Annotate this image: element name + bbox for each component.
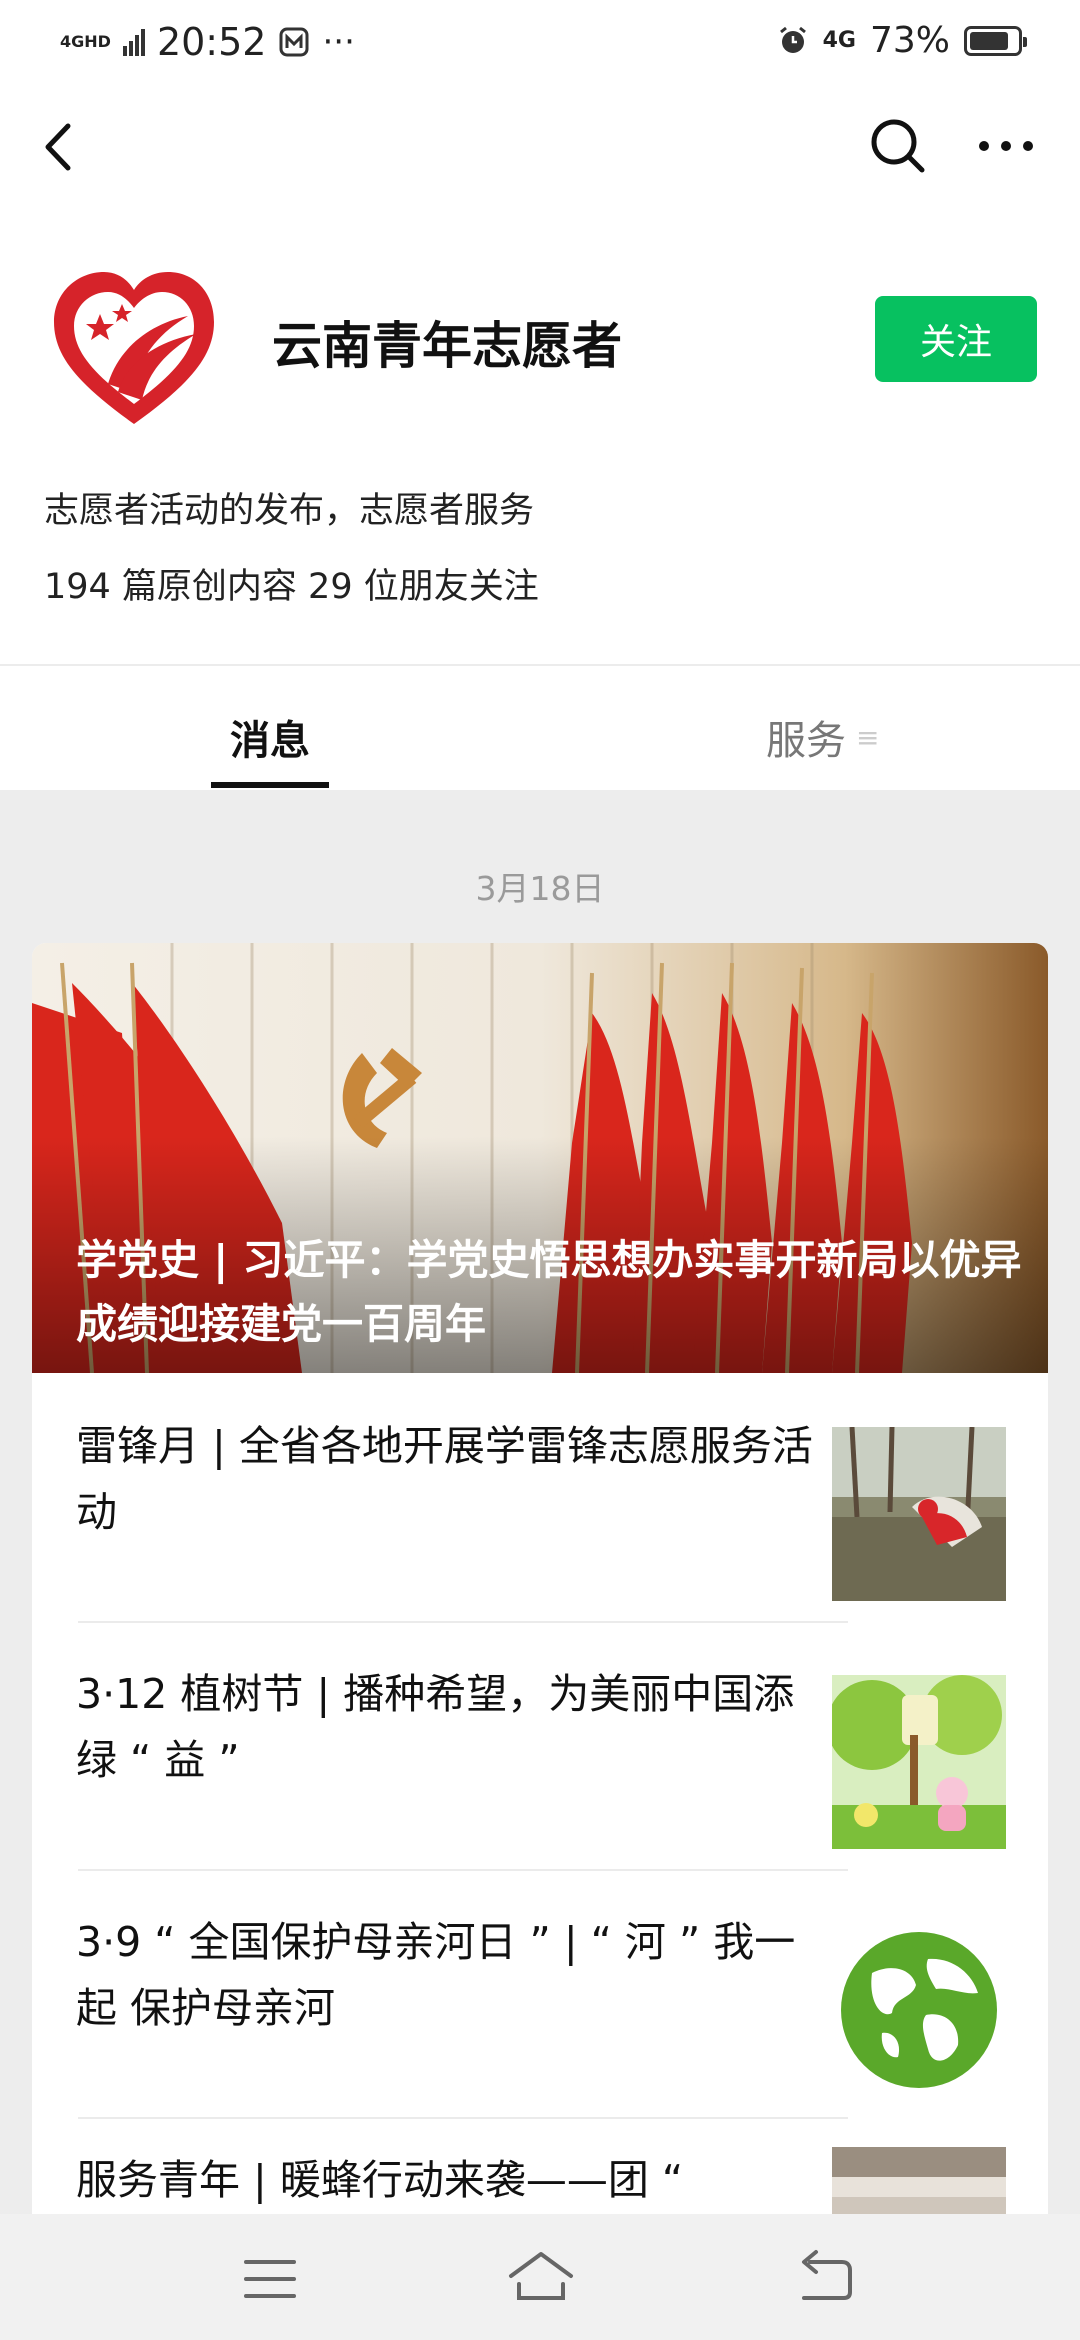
home-icon[interactable] [505, 2246, 577, 2306]
article-thumbnail [832, 1675, 1006, 1849]
article-item[interactable]: 3·9 “ 全国保护母亲河日 ” | “ 河 ” 我一起 保护母亲河 [32, 1869, 1048, 2117]
network-label: 4G [822, 28, 856, 53]
divider [78, 2117, 848, 2119]
divider [78, 1869, 848, 1871]
back-icon[interactable] [796, 2248, 856, 2304]
article-thumbnail [832, 2147, 1006, 2223]
status-right: 4G 73% [777, 20, 1027, 61]
search-icon[interactable] [862, 110, 932, 180]
back-arrow-icon[interactable] [28, 112, 98, 182]
article-card: 学党史 | 习近平：学党史悟思想办实事开新局以优异成绩迎接建党一百周年 雷锋月 … [32, 943, 1048, 2223]
account-name: 云南青年志愿者 [272, 317, 622, 375]
tab-services-label: 服务 [766, 718, 846, 764]
tab-services[interactable]: 服务 ≡ [766, 708, 879, 766]
follow-button[interactable]: 关注 [875, 296, 1037, 382]
divider [78, 1621, 848, 1623]
account-profile: 云南青年志愿者 关注 志愿者活动的发布，志愿者服务 194 篇原创内容 29 位… [0, 214, 1080, 664]
active-tab-indicator [211, 782, 329, 788]
more-notifications-icon: ··· [322, 22, 355, 62]
feature-article[interactable]: 学党史 | 习近平：学党史悟思想办实事开新局以优异成绩迎接建党一百周年 [32, 943, 1048, 1374]
article-title: 雷锋月 | 全省各地开展学雷锋志愿服务活动 [76, 1422, 813, 1536]
article-title: 3·9 “ 全国保护母亲河日 ” | “ 河 ” 我一起 保护母亲河 [76, 1918, 796, 2032]
battery-level [970, 31, 1008, 50]
status-left: 4GHD 20:52 ··· [60, 20, 355, 64]
article-thumbnail [832, 1923, 1006, 2097]
signal-icon [122, 29, 145, 56]
battery-icon [964, 25, 1027, 56]
signal-label: 4GHD [60, 32, 111, 51]
top-bar [0, 84, 1080, 214]
article-item[interactable]: 服务青年 | 暖蜂行动来袭——团 “ [32, 2117, 1048, 2223]
battery-percent: 73% [869, 20, 950, 61]
tab-bar: 消息 服务 ≡ [0, 664, 1080, 790]
article-item[interactable]: 3·12 植树节 | 播种希望，为美丽中国添绿 “ 益 ” [32, 1621, 1048, 1869]
more-options-icon[interactable] [966, 110, 1046, 180]
clock: 20:52 [156, 20, 267, 64]
tab-messages[interactable]: 消息 [212, 708, 328, 766]
article-title: 服务青年 | 暖蜂行动来袭——团 “ [76, 2156, 684, 2204]
account-logo [54, 272, 214, 424]
system-nav-bar [0, 2214, 1080, 2340]
account-stats: 194 篇原创内容 29 位朋友关注 [44, 567, 539, 607]
feature-article-title: 学党史 | 习近平：学党史悟思想办实事开新局以优异成绩迎接建党一百周年 [76, 1236, 1022, 1348]
article-item[interactable]: 雷锋月 | 全省各地开展学雷锋志愿服务活动 [32, 1373, 1048, 1621]
article-title: 3·12 植树节 | 播种希望，为美丽中国添绿 “ 益 ” [76, 1670, 795, 1784]
alarm-icon [779, 26, 806, 53]
date-label: 3月18日 [475, 869, 605, 908]
menu-icon[interactable] [240, 2254, 300, 2304]
notification-app-icon [279, 27, 309, 57]
article-thumbnail [832, 1427, 1006, 1601]
menu-icon: ≡ [856, 720, 880, 754]
status-bar: 4GHD 20:52 ··· 4G 73% [0, 0, 1080, 84]
account-description: 志愿者活动的发布，志愿者服务 [44, 491, 535, 531]
